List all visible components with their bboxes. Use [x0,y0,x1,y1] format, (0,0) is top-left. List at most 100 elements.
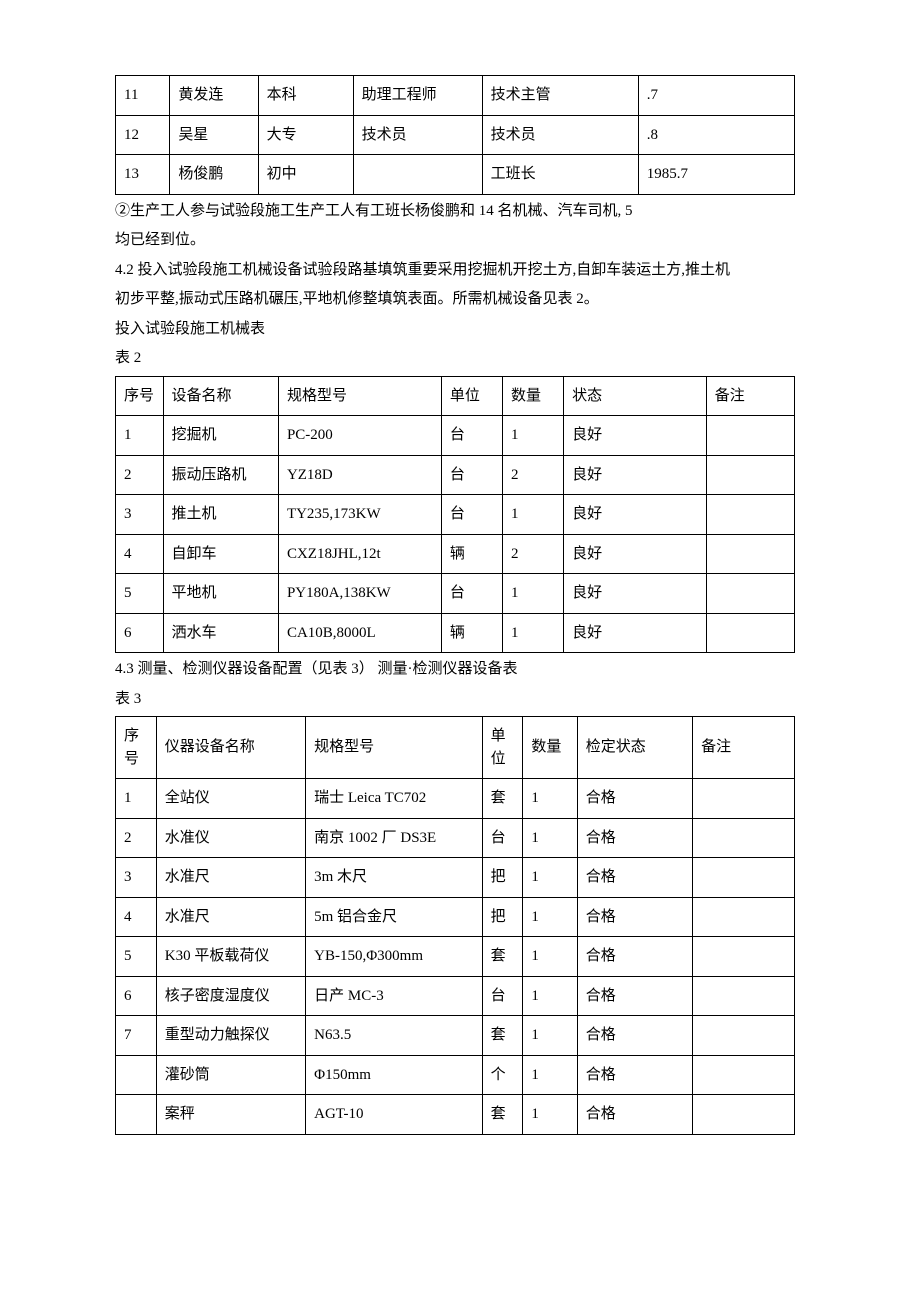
table-row: 案秤AGT-10套1合格 [116,1095,795,1135]
equipment-table-body: 1挖掘机PC-200台1良好2振动压路机YZ18D台2良好3推土机TY235,1… [116,416,795,653]
table-cell: 台 [441,416,502,456]
table-cell: 助理工程师 [353,76,482,116]
table-cell: 初中 [258,155,353,195]
table-cell: 合格 [577,976,692,1016]
table-cell: 13 [116,155,170,195]
table-cell: 1 [503,416,564,456]
header-cell: 单位 [441,376,502,416]
table-cell: 1 [523,818,577,858]
table-cell: 1 [523,779,577,819]
table-cell: 灌砂筒 [156,1055,305,1095]
table-cell: 本科 [258,76,353,116]
table-cell: 良好 [564,613,707,653]
header-cell: 仪器设备名称 [156,717,305,779]
table-cell: 5 [116,574,164,614]
table-cell: 把 [482,858,523,898]
paragraph: ②生产工人参与试验段施工生产工人有工班长杨俊鹏和 14 名机械、汽车司机, 5 [115,199,795,225]
paragraph: 均已经到位。 [115,228,795,254]
table-cell [693,858,795,898]
table-header-row: 序号 仪器设备名称 规格型号 单位 数量 检定状态 备注 [116,717,795,779]
table-cell [116,1095,157,1135]
table-cell: 5m 铝合金尺 [306,897,483,937]
table-cell: 洒水车 [163,613,278,653]
table-cell: 1 [523,1095,577,1135]
table-cell: N63.5 [306,1016,483,1056]
paragraph: 投入试验段施工机械表 [115,317,795,343]
table-cell: 7 [116,1016,157,1056]
table-cell: 台 [482,818,523,858]
table-row: 13杨俊鹏初中 工班长1985.7 [116,155,795,195]
table-cell: 技术员 [353,115,482,155]
table-cell: 1 [116,779,157,819]
table-cell: 1 [523,1016,577,1056]
table-cell: 1 [503,613,564,653]
table-cell [706,613,794,653]
header-cell: 序号 [116,717,157,779]
table-cell: 振动压路机 [163,455,278,495]
table-label: 表 2 [115,346,795,372]
table-cell: 良好 [564,574,707,614]
table-cell: 台 [482,976,523,1016]
table-cell: YZ18D [278,455,441,495]
table-row: 7重型动力触探仪N63.5套1合格 [116,1016,795,1056]
table-cell [693,1016,795,1056]
table-cell: 良好 [564,495,707,535]
table-cell: 重型动力触探仪 [156,1016,305,1056]
table-cell [353,155,482,195]
table-cell: 1 [503,495,564,535]
table-cell: 技术主管 [482,76,638,116]
table-row: 1全站仪瑞士 Leica TC702套1合格 [116,779,795,819]
table-cell: .7 [638,76,794,116]
paragraph: 4.3 测量、检测仪器设备配置（见表 3） 测量·检测仪器设备表 [115,657,795,683]
header-cell: 检定状态 [577,717,692,779]
table-cell: 合格 [577,1095,692,1135]
table-cell: 1985.7 [638,155,794,195]
table-cell [706,495,794,535]
table-row: 3水准尺3m 木尺把1合格 [116,858,795,898]
table-cell: 大专 [258,115,353,155]
table-cell [693,1095,795,1135]
table-cell: 个 [482,1055,523,1095]
table-cell [693,897,795,937]
table-cell: 把 [482,897,523,937]
table-cell: 1 [503,574,564,614]
table-cell: 良好 [564,534,707,574]
table-cell: 挖掘机 [163,416,278,456]
table-label: 表 3 [115,687,795,713]
table-cell: 工班长 [482,155,638,195]
table-header-row: 序号 设备名称 规格型号 单位 数量 状态 备注 [116,376,795,416]
table-cell: 黄发连 [170,76,258,116]
table-cell: .8 [638,115,794,155]
table-cell: 水准尺 [156,858,305,898]
table-row: 5K30 平板载荷仪YB-150,Φ300mm套1合格 [116,937,795,977]
table-row: 2振动压路机YZ18D台2良好 [116,455,795,495]
table-cell [706,416,794,456]
table-cell: 平地机 [163,574,278,614]
table-cell: 合格 [577,1055,692,1095]
header-cell: 数量 [523,717,577,779]
table-cell: 日产 MC-3 [306,976,483,1016]
table-cell: 套 [482,779,523,819]
table-cell: 1 [523,1055,577,1095]
table-cell: 南京 1002 厂 DS3E [306,818,483,858]
table-cell: CA10B,8000L [278,613,441,653]
table-cell: 4 [116,534,164,574]
table-cell: 杨俊鹏 [170,155,258,195]
table-cell: 台 [441,455,502,495]
table-row: 11黄发连本科助理工程师技术主管.7 [116,76,795,116]
table-cell: K30 平板载荷仪 [156,937,305,977]
table-row: 12吴星大专技术员技术员.8 [116,115,795,155]
table-row: 2水准仪南京 1002 厂 DS3E台1合格 [116,818,795,858]
header-cell: 序号 [116,376,164,416]
table-cell: 3m 木尺 [306,858,483,898]
table-cell: 辆 [441,613,502,653]
table-cell: CXZ18JHL,12t [278,534,441,574]
table-cell: 合格 [577,1016,692,1056]
table-cell: 3 [116,495,164,535]
table-cell [693,818,795,858]
table-cell: 案秤 [156,1095,305,1135]
table-row: 3推土机TY235,173KW台1良好 [116,495,795,535]
header-cell: 设备名称 [163,376,278,416]
table-cell [693,976,795,1016]
instrument-table: 序号 仪器设备名称 规格型号 单位 数量 检定状态 备注 1全站仪瑞士 Leic… [115,716,795,1135]
